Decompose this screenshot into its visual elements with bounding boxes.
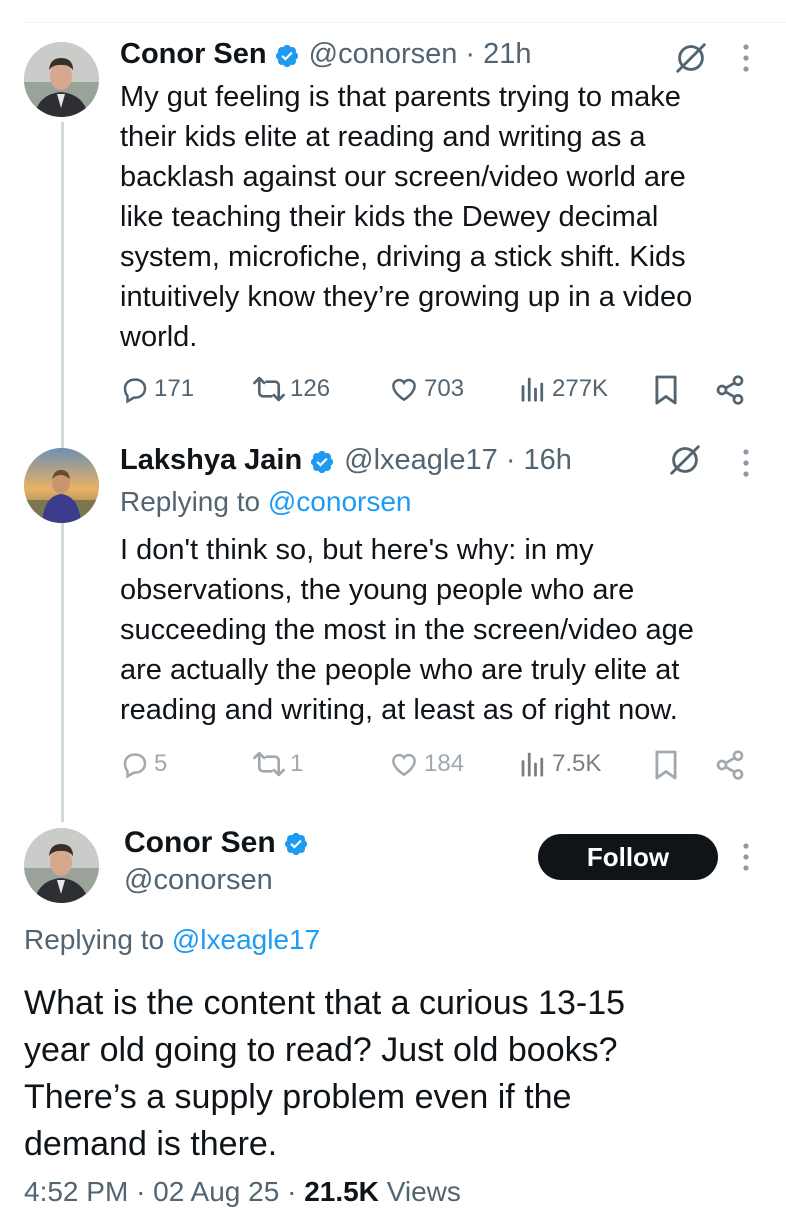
author-name[interactable]: Lakshya Jain: [120, 444, 302, 477]
tweet-time[interactable]: 21h: [483, 38, 531, 71]
more-icon[interactable]: [742, 842, 750, 872]
views-label: Views: [386, 1176, 461, 1207]
tweet-header: Lakshya Jain @lxeagle17 · 16h: [120, 444, 572, 477]
reply-button[interactable]: 171: [120, 374, 194, 404]
reply-count: 171: [154, 375, 195, 402]
views-button[interactable]: 7.5K: [518, 749, 601, 779]
replying-to-link[interactable]: @conorsen: [268, 486, 412, 517]
verified-badge-icon: [275, 44, 298, 67]
repost-button[interactable]: 126: [252, 374, 330, 404]
views-count: 277K: [552, 375, 609, 402]
avatar[interactable]: [24, 828, 99, 903]
verified-badge-icon: [311, 450, 334, 473]
reply-button[interactable]: 5: [120, 749, 167, 779]
more-icon[interactable]: [742, 448, 750, 478]
top-divider: [22, 22, 786, 23]
views-icon: [521, 752, 544, 777]
main-tweet-text: What is the content that a curious 13-15…: [24, 984, 626, 1163]
replying-to: Replying to @lxeagle17: [24, 924, 320, 956]
follow-button[interactable]: Follow: [538, 834, 718, 880]
avatar[interactable]: [24, 448, 99, 523]
repost-icon: [253, 376, 285, 402]
tweet-time[interactable]: 4:52 PM: [24, 1176, 128, 1207]
tweet-date[interactable]: 02 Aug 25: [153, 1176, 279, 1207]
bookmark-icon[interactable]: [653, 374, 679, 406]
share-icon[interactable]: [714, 374, 746, 406]
like-icon: [392, 378, 416, 402]
separator-dot: ·: [136, 1176, 154, 1207]
bookmark-icon[interactable]: [653, 749, 679, 781]
like-button[interactable]: 703: [388, 374, 464, 404]
views-icon: [521, 377, 544, 402]
share-icon[interactable]: [714, 749, 746, 781]
main-author-name-row: Conor Sen: [124, 826, 318, 860]
tweet-metadata: 4:52 PM · 02 Aug 25 · 21.5K Views: [24, 1176, 461, 1208]
reply-icon: [123, 753, 147, 779]
replying-prefix: Replying to: [24, 924, 165, 955]
separator-dot: ·: [457, 38, 484, 70]
like-count: 703: [424, 375, 465, 402]
author-name[interactable]: Conor Sen: [124, 826, 276, 860]
repost-count: 126: [290, 375, 331, 402]
tweet-header: Conor Sen @conorsen · 21h: [120, 38, 532, 71]
like-count: 184: [424, 750, 465, 777]
repost-button[interactable]: 1: [252, 749, 303, 779]
tweet-text: My gut feeling is that parents trying to…: [120, 81, 693, 353]
grok-icon[interactable]: [666, 441, 704, 479]
avatar[interactable]: [24, 42, 99, 117]
replying-prefix: Replying to: [120, 486, 261, 517]
like-icon: [392, 753, 416, 777]
author-handle[interactable]: @conorsen: [309, 38, 458, 71]
replying-to-link[interactable]: @lxeagle17: [172, 924, 320, 955]
author-handle[interactable]: @conorsen: [124, 864, 273, 897]
reply-count: 5: [154, 750, 168, 777]
separator-dot: ·: [497, 444, 524, 476]
more-icon[interactable]: [742, 43, 750, 73]
tweet-text: I don't think so, but here's why: in my …: [120, 534, 694, 726]
author-handle[interactable]: @lxeagle17: [344, 444, 498, 477]
views-count: 21.5K: [304, 1176, 379, 1207]
replying-to: Replying to @conorsen: [120, 486, 411, 518]
repost-icon: [253, 751, 285, 777]
tweet-time[interactable]: 16h: [524, 444, 572, 477]
grok-icon[interactable]: [672, 39, 710, 77]
like-button[interactable]: 184: [388, 749, 464, 779]
author-name[interactable]: Conor Sen: [120, 38, 267, 71]
views-count: 7.5K: [552, 750, 602, 777]
repost-count: 1: [290, 750, 304, 777]
views-button[interactable]: 277K: [518, 374, 608, 404]
reply-icon: [123, 378, 147, 404]
verified-badge-icon: [284, 832, 307, 856]
separator-dot: ·: [287, 1176, 305, 1207]
